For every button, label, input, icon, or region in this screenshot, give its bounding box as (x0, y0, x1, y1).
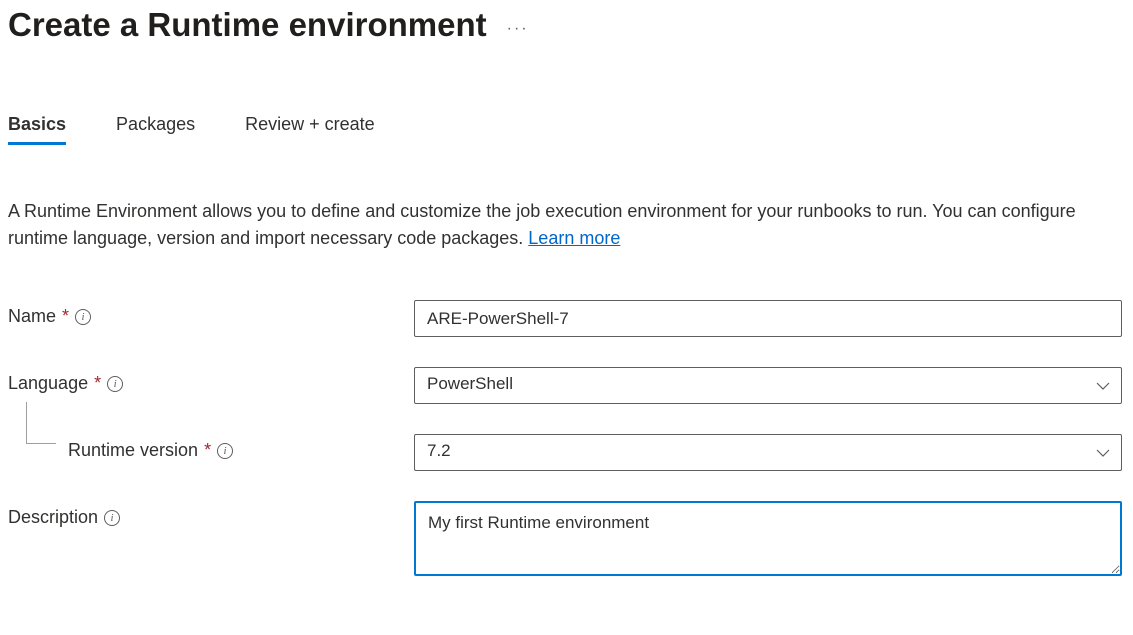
info-icon[interactable]: i (107, 376, 123, 392)
runtime-version-label: Runtime version * i (8, 434, 414, 461)
more-actions-icon[interactable]: ··· (507, 12, 529, 38)
info-icon[interactable]: i (75, 309, 91, 325)
name-label-text: Name (8, 306, 56, 327)
tabs: Basics Packages Review + create (8, 114, 1125, 143)
required-indicator: * (62, 306, 69, 327)
description-label-text: Description (8, 507, 98, 528)
language-label-text: Language (8, 373, 88, 394)
page-title: Create a Runtime environment (8, 6, 487, 44)
language-select[interactable]: PowerShell (414, 367, 1122, 404)
info-icon[interactable]: i (217, 443, 233, 459)
intro-text: A Runtime Environment allows you to defi… (8, 198, 1118, 252)
language-label: Language * i (8, 367, 414, 394)
tab-review-create[interactable]: Review + create (245, 114, 375, 143)
name-label: Name * i (8, 300, 414, 327)
runtime-version-label-text: Runtime version (68, 440, 198, 461)
required-indicator: * (94, 373, 101, 394)
info-icon[interactable]: i (104, 510, 120, 526)
learn-more-link[interactable]: Learn more (528, 228, 620, 248)
tab-basics[interactable]: Basics (8, 114, 66, 143)
description-label: Description i (8, 501, 414, 528)
runtime-version-select[interactable]: 7.2 (414, 434, 1122, 471)
description-textarea[interactable] (414, 501, 1122, 576)
tab-packages[interactable]: Packages (116, 114, 195, 143)
indent-connector (26, 402, 56, 444)
name-input[interactable] (414, 300, 1122, 337)
required-indicator: * (204, 440, 211, 461)
